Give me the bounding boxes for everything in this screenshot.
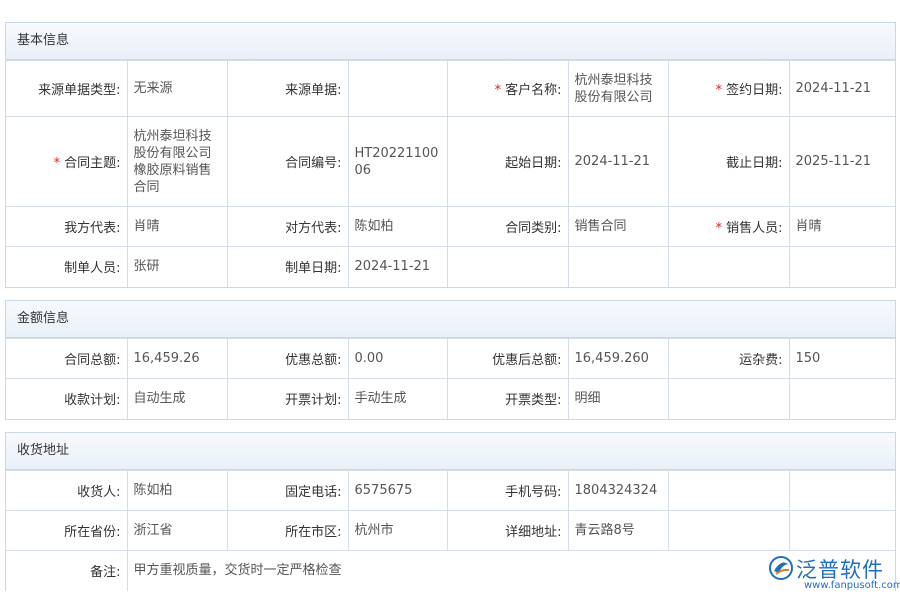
empty-cell xyxy=(789,379,895,419)
mobile-label: 手机号码: xyxy=(447,471,568,511)
basic-info-table: 来源单据类型: 无来源 来源单据: *客户名称: 杭州泰坦科技股份有限公司 *签… xyxy=(6,60,895,287)
source-doc-label: 来源单据: xyxy=(227,61,348,117)
province-value[interactable]: 浙江省 xyxy=(127,511,227,551)
customer-name-label-cell: *客户名称: xyxy=(447,61,568,117)
basic-info-title: 基本信息 xyxy=(6,23,895,60)
contract-no-value[interactable]: HT2022110006 xyxy=(348,117,447,207)
creator-label: 制单人员: xyxy=(6,247,127,287)
address-row: 收货人: 陈如柏 固定电话: 6575675 手机号码: 1804324324 xyxy=(6,471,895,511)
empty-cell xyxy=(789,511,895,551)
contract-total-label: 合同总额: xyxy=(6,339,127,379)
source-doc-type-label: 来源单据类型: xyxy=(6,61,127,117)
empty-cell xyxy=(789,471,895,511)
consignee-value[interactable]: 陈如柏 xyxy=(127,471,227,511)
address-panel: 收货地址 收货人: 陈如柏 固定电话: 6575675 手机号码: 180432… xyxy=(5,432,896,591)
basic-row: 我方代表: 肖晴 对方代表: 陈如柏 合同类别: 销售合同 *销售人员: 肖晴 xyxy=(6,207,895,247)
contract-subject-value[interactable]: 杭州泰坦科技股份有限公司橡胶原料销售合同 xyxy=(127,117,227,207)
empty-cell xyxy=(789,247,895,287)
contract-no-label: 合同编号: xyxy=(227,117,348,207)
sign-date-label-cell: *签约日期: xyxy=(668,61,789,117)
collection-plan-label: 收款计划: xyxy=(6,379,127,419)
address-row: 所在省份: 浙江省 所在市区: 杭州市 详细地址: 青云路8号 xyxy=(6,511,895,551)
discount-total-value[interactable]: 0.00 xyxy=(348,339,447,379)
landline-label: 固定电话: xyxy=(227,471,348,511)
salesperson-value[interactable]: 肖晴 xyxy=(789,207,895,247)
our-rep-label: 我方代表: xyxy=(6,207,127,247)
empty-cell xyxy=(668,471,789,511)
salesperson-label: 销售人员: xyxy=(726,221,782,236)
invoice-plan-label: 开票计划: xyxy=(227,379,348,419)
basic-row: *合同主题: 杭州泰坦科技股份有限公司橡胶原料销售合同 合同编号: HT2022… xyxy=(6,117,895,207)
collection-plan-value[interactable]: 自动生成 xyxy=(127,379,227,419)
create-date-value[interactable]: 2024-11-21 xyxy=(348,247,447,287)
source-doc-type-value[interactable]: 无来源 xyxy=(127,61,227,117)
empty-cell xyxy=(668,247,789,287)
address-table: 收货人: 陈如柏 固定电话: 6575675 手机号码: 1804324324 … xyxy=(6,470,895,591)
amount-info-table: 合同总额: 16,459.26 优惠总额: 0.00 优惠后总额: 16,459… xyxy=(6,338,895,419)
mobile-value[interactable]: 1804324324 xyxy=(568,471,668,511)
create-date-label: 制单日期: xyxy=(227,247,348,287)
required-mark: * xyxy=(54,156,61,171)
required-mark: * xyxy=(716,83,723,98)
landline-value[interactable]: 6575675 xyxy=(348,471,447,511)
after-discount-total-value[interactable]: 16,459.260 xyxy=(568,339,668,379)
customer-name-label: 客户名称: xyxy=(505,83,561,98)
watermark-url: www.fanpusoft.com xyxy=(804,580,900,591)
sign-date-value[interactable]: 2024-11-21 xyxy=(789,61,895,117)
freight-value[interactable]: 150 xyxy=(789,339,895,379)
their-rep-label: 对方代表: xyxy=(227,207,348,247)
end-date-value[interactable]: 2025-11-21 xyxy=(789,117,895,207)
our-rep-value[interactable]: 肖晴 xyxy=(127,207,227,247)
address-title: 收货地址 xyxy=(6,433,895,470)
amount-row: 收款计划: 自动生成 开票计划: 手动生成 开票类型: 明细 xyxy=(6,379,895,419)
start-date-value[interactable]: 2024-11-21 xyxy=(568,117,668,207)
empty-cell xyxy=(447,247,568,287)
freight-label: 运杂费: xyxy=(668,339,789,379)
empty-cell xyxy=(668,511,789,551)
invoice-plan-value[interactable]: 手动生成 xyxy=(348,379,447,419)
address-row: 备注: 甲方重视质量，交货时一定严格检查 xyxy=(6,551,895,591)
discount-total-label: 优惠总额: xyxy=(227,339,348,379)
fanpu-logo-icon xyxy=(768,555,794,581)
start-date-label: 起始日期: xyxy=(447,117,568,207)
customer-name-value[interactable]: 杭州泰坦科技股份有限公司 xyxy=(568,61,668,117)
after-discount-total-label: 优惠后总额: xyxy=(447,339,568,379)
required-mark: * xyxy=(495,83,502,98)
city-value[interactable]: 杭州市 xyxy=(348,511,447,551)
province-label: 所在省份: xyxy=(6,511,127,551)
contract-subject-label-cell: *合同主题: xyxy=(6,117,127,207)
basic-row: 制单人员: 张研 制单日期: 2024-11-21 xyxy=(6,247,895,287)
city-label: 所在市区: xyxy=(227,511,348,551)
their-rep-value[interactable]: 陈如柏 xyxy=(348,207,447,247)
end-date-label: 截止日期: xyxy=(668,117,789,207)
amount-row: 合同总额: 16,459.26 优惠总额: 0.00 优惠后总额: 16,459… xyxy=(6,339,895,379)
contract-type-value[interactable]: 销售合同 xyxy=(568,207,668,247)
creator-value[interactable]: 张研 xyxy=(127,247,227,287)
consignee-label: 收货人: xyxy=(6,471,127,511)
amount-info-panel: 金额信息 合同总额: 16,459.26 优惠总额: 0.00 优惠后总额: 1… xyxy=(5,300,896,420)
contract-total-value[interactable]: 16,459.26 xyxy=(127,339,227,379)
required-mark: * xyxy=(716,221,723,236)
invoice-type-label: 开票类型: xyxy=(447,379,568,419)
contract-type-label: 合同类别: xyxy=(447,207,568,247)
detail-address-value[interactable]: 青云路8号 xyxy=(568,511,668,551)
contract-subject-label: 合同主题: xyxy=(64,156,120,171)
basic-info-panel: 基本信息 来源单据类型: 无来源 来源单据: *客户名称: 杭州泰坦科技股份有限… xyxy=(5,22,896,288)
detail-address-label: 详细地址: xyxy=(447,511,568,551)
invoice-type-value[interactable]: 明细 xyxy=(568,379,668,419)
empty-cell xyxy=(668,379,789,419)
remark-label: 备注: xyxy=(6,551,127,591)
source-doc-value[interactable] xyxy=(348,61,447,117)
empty-cell xyxy=(568,247,668,287)
amount-info-title: 金额信息 xyxy=(6,301,895,338)
fanpu-watermark: 泛普软件 www.fanpusoft.com xyxy=(768,552,894,596)
basic-row: 来源单据类型: 无来源 来源单据: *客户名称: 杭州泰坦科技股份有限公司 *签… xyxy=(6,61,895,117)
salesperson-label-cell: *销售人员: xyxy=(668,207,789,247)
sign-date-label: 签约日期: xyxy=(726,83,782,98)
